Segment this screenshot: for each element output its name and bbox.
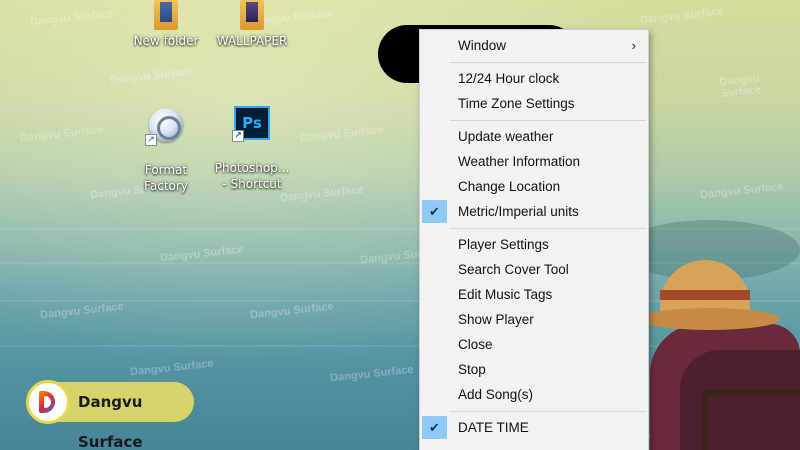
wallpaper-character [640,240,800,450]
character-chair [702,390,800,450]
menu-item-close[interactable]: Close [420,332,648,357]
menu-item-12-24-hour-clock[interactable]: 12/24 Hour clock [420,66,648,91]
menu-item-label: Edit Music Tags [458,287,553,302]
brand-badge: Dangvu Surface [26,380,194,450]
menu-item-metric-imperial-units[interactable]: ✔ Metric/Imperial units [420,199,648,224]
menu-item-label: Add Song(s) [458,387,534,402]
menu-item-update-weather[interactable]: Update weather [420,124,648,149]
menu-item-time-zone-settings[interactable]: Time Zone Settings [420,91,648,116]
menu-item-date-time[interactable]: ✔ DATE TIME [420,415,648,440]
menu-item-label: 12/24 Hour clock [458,71,560,86]
menu-item-label: Close [458,337,493,352]
menu-item-label: Player Settings [458,237,549,252]
checkmark-icon: ✔ [422,200,447,223]
character-hat-brim [640,308,780,330]
menu-item-label: Time Zone Settings [458,96,575,111]
menu-item-label: Weather Information [458,154,581,169]
folder-icon [240,0,264,30]
desktop-icon-label: Format Factory [144,163,188,193]
folder-icon [154,0,178,30]
menu-item-label: Window [458,38,507,53]
menu-item-show-player[interactable]: Show Player [420,307,648,332]
desktop-icon-new-folder[interactable]: New folder [118,0,214,49]
menu-item-edit-music-tags[interactable]: Edit Music Tags [420,282,648,307]
menu-item-change-location[interactable]: Change Location [420,174,648,199]
desktop-icon-label: New folder [133,34,199,48]
menu-separator [450,228,646,229]
menu-item-label: Change Location [458,179,561,194]
menu-item-label: Update weather [458,129,554,144]
format-factory-icon: ↗ [145,108,183,146]
menu-separator [450,120,646,121]
menu-item-stop[interactable]: Stop [420,357,648,382]
menu-item-label: Search Cover Tool [458,262,569,277]
menu-item-window[interactable]: Window › [420,33,648,58]
desktop-icon-wallpaper[interactable]: WALLPAPER [204,0,300,49]
menu-item-weather-information[interactable]: Weather Information [420,149,648,174]
chevron-right-icon: › [631,38,636,53]
menu-item-label: DATE TIME [458,420,529,435]
character-hat-band [660,290,750,300]
brand-name: Dangvu Surface [78,393,143,450]
desktop-icon-label: WALLPAPER [216,34,288,48]
menu-item-label: Metric/Imperial units [458,204,579,219]
menu-separator [450,62,646,63]
desktop-icon-photoshop-shortcut[interactable]: Ps ↗ Photoshop... - Shortcut [204,90,300,208]
menu-item-label: Stop [458,362,486,377]
brand-logo-icon [26,380,70,424]
shortcut-arrow-icon: ↗ [232,130,244,142]
desktop-icon-format-factory[interactable]: ↗ Format Factory [118,92,214,210]
desktop-icon-label: Photoshop... - Shortcut [214,161,290,191]
menu-item-player-settings[interactable]: Player Settings [420,232,648,257]
menu-item-search-cover-tool[interactable]: Search Cover Tool [420,257,648,282]
photoshop-icon: Ps ↗ [232,106,270,142]
shortcut-arrow-icon: ↗ [145,134,157,146]
checkmark-icon: ✔ [422,416,447,439]
context-menu: Window › 12/24 Hour clock Time Zone Sett… [419,29,649,450]
menu-item-add-songs[interactable]: Add Song(s) [420,382,648,407]
menu-separator [450,411,646,412]
menu-item-label: Show Player [458,312,534,327]
